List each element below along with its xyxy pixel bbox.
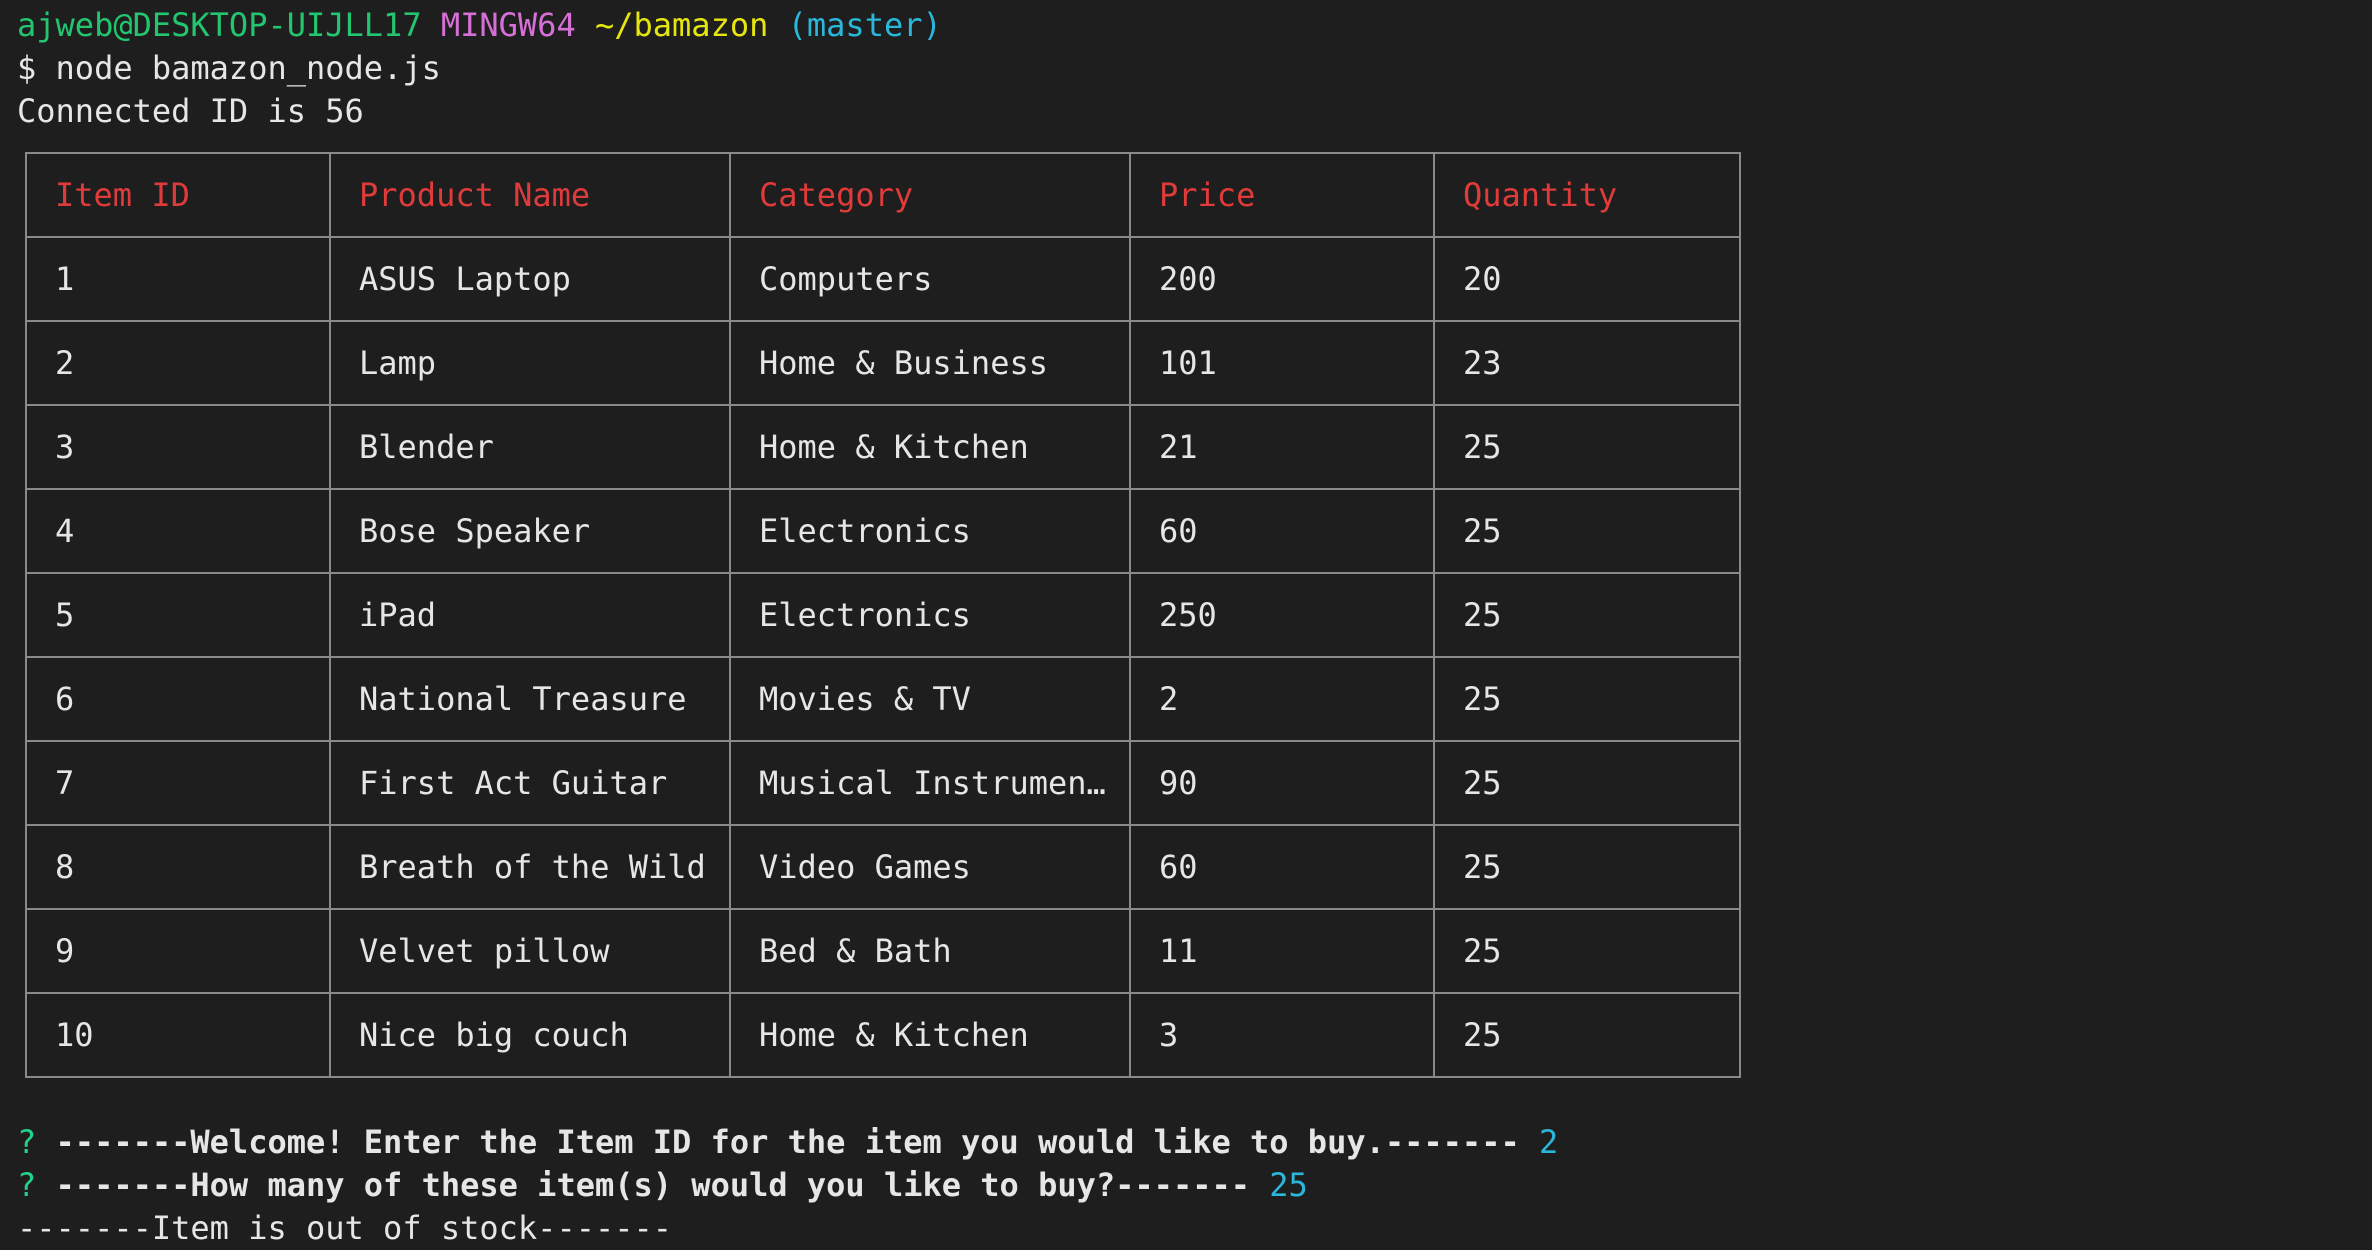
cell-product-name: National Treasure bbox=[329, 656, 731, 742]
cell-quantity: 20 bbox=[1433, 236, 1741, 322]
table-row: 3 Blender Home & Kitchen 21 25 bbox=[25, 404, 1741, 490]
cell-price: 90 bbox=[1129, 740, 1435, 826]
prompt-user-host: ajweb@DESKTOP-UIJLL17 bbox=[17, 6, 422, 44]
cell-price: 250 bbox=[1129, 572, 1435, 658]
cell-category: Home & Kitchen bbox=[729, 992, 1131, 1078]
shell-prompt: ajweb@DESKTOP-UIJLL17 MINGW64 ~/bamazon … bbox=[17, 4, 942, 46]
cell-category: Home & Business bbox=[729, 320, 1131, 406]
cell-price: 3 bbox=[1129, 992, 1435, 1078]
connected-message: Connected ID is 56 bbox=[17, 92, 364, 130]
cell-quantity: 25 bbox=[1433, 404, 1741, 490]
cell-item-id: 2 bbox=[25, 320, 331, 406]
cell-category: Electronics bbox=[729, 572, 1131, 658]
header-price: Price bbox=[1129, 152, 1435, 238]
header-quantity: Quantity bbox=[1433, 152, 1741, 238]
header-product-name: Product Name bbox=[329, 152, 731, 238]
result-message: -------Item is out of stock------- bbox=[17, 1209, 673, 1247]
cell-item-id: 8 bbox=[25, 824, 331, 910]
cell-quantity: 25 bbox=[1433, 992, 1741, 1078]
terminal-window[interactable]: ajweb@DESKTOP-UIJLL17 MINGW64 ~/bamazon … bbox=[0, 0, 2372, 1250]
table-row: 1 ASUS Laptop Computers 200 20 bbox=[25, 236, 1741, 322]
cell-quantity: 25 bbox=[1433, 572, 1741, 658]
answer-text[interactable]: 2 bbox=[1539, 1123, 1558, 1161]
cell-quantity: 23 bbox=[1433, 320, 1741, 406]
cell-price: 101 bbox=[1129, 320, 1435, 406]
cell-category: Musical Instrumen… bbox=[729, 740, 1131, 826]
cell-product-name: ASUS Laptop bbox=[329, 236, 731, 322]
cell-price: 2 bbox=[1129, 656, 1435, 742]
cell-quantity: 25 bbox=[1433, 908, 1741, 994]
question-text: -------Welcome! Enter the Item ID for th… bbox=[55, 1123, 1520, 1161]
cell-item-id: 1 bbox=[25, 236, 331, 322]
cell-category: Bed & Bath bbox=[729, 908, 1131, 994]
question-quantity: ? -------How many of these item(s) would… bbox=[17, 1164, 1308, 1206]
prompt-env: MINGW64 bbox=[440, 6, 576, 44]
table-row: 7 First Act Guitar Musical Instrumen… 90… bbox=[25, 740, 1741, 826]
cell-product-name: Nice big couch bbox=[329, 992, 731, 1078]
cell-item-id: 10 bbox=[25, 992, 331, 1078]
cell-quantity: 25 bbox=[1433, 824, 1741, 910]
cell-category: Home & Kitchen bbox=[729, 404, 1131, 490]
header-item-id: Item ID bbox=[25, 152, 331, 238]
cell-category: Movies & TV bbox=[729, 656, 1131, 742]
cell-product-name: Velvet pillow bbox=[329, 908, 731, 994]
cell-price: 11 bbox=[1129, 908, 1435, 994]
answer-text[interactable]: 25 bbox=[1269, 1166, 1308, 1204]
cell-product-name: First Act Guitar bbox=[329, 740, 731, 826]
prompt-path: ~/bamazon bbox=[594, 6, 769, 44]
cell-quantity: 25 bbox=[1433, 740, 1741, 826]
cell-price: 60 bbox=[1129, 488, 1435, 574]
cell-product-name: iPad bbox=[329, 572, 731, 658]
command-line: $ node bamazon_node.js bbox=[17, 49, 441, 87]
question-item-id: ? -------Welcome! Enter the Item ID for … bbox=[17, 1121, 1558, 1163]
cell-item-id: 3 bbox=[25, 404, 331, 490]
cell-price: 60 bbox=[1129, 824, 1435, 910]
cell-item-id: 7 bbox=[25, 740, 331, 826]
products-table: Item ID Product Name Category Price Quan… bbox=[25, 152, 1741, 1078]
table-row: 2 Lamp Home & Business 101 23 bbox=[25, 320, 1741, 406]
question-mark-icon: ? bbox=[17, 1166, 37, 1204]
cell-category: Video Games bbox=[729, 824, 1131, 910]
cell-price: 200 bbox=[1129, 236, 1435, 322]
cell-product-name: Bose Speaker bbox=[329, 488, 731, 574]
table-row: 9 Velvet pillow Bed & Bath 11 25 bbox=[25, 908, 1741, 994]
cell-price: 21 bbox=[1129, 404, 1435, 490]
cell-item-id: 6 bbox=[25, 656, 331, 742]
cell-item-id: 5 bbox=[25, 572, 331, 658]
table-row: 5 iPad Electronics 250 25 bbox=[25, 572, 1741, 658]
cell-product-name: Blender bbox=[329, 404, 731, 490]
cell-category: Computers bbox=[729, 236, 1131, 322]
products-table-container: Item ID Product Name Category Price Quan… bbox=[25, 152, 1741, 1098]
table-row: 8 Breath of the Wild Video Games 60 25 bbox=[25, 824, 1741, 910]
table-row: 10 Nice big couch Home & Kitchen 3 25 bbox=[25, 992, 1741, 1078]
cell-item-id: 9 bbox=[25, 908, 331, 994]
header-category: Category bbox=[729, 152, 1131, 238]
question-text: -------How many of these item(s) would y… bbox=[55, 1166, 1250, 1204]
cell-product-name: Lamp bbox=[329, 320, 731, 406]
cell-quantity: 25 bbox=[1433, 656, 1741, 742]
table-row: 6 National Treasure Movies & TV 2 25 bbox=[25, 656, 1741, 742]
cell-product-name: Breath of the Wild bbox=[329, 824, 731, 910]
cell-item-id: 4 bbox=[25, 488, 331, 574]
table-row: 4 Bose Speaker Electronics 60 25 bbox=[25, 488, 1741, 574]
question-mark-icon: ? bbox=[17, 1123, 37, 1161]
table-header-row: Item ID Product Name Category Price Quan… bbox=[25, 152, 1741, 238]
cell-quantity: 25 bbox=[1433, 488, 1741, 574]
prompt-branch: (master) bbox=[787, 6, 942, 44]
cell-category: Electronics bbox=[729, 488, 1131, 574]
